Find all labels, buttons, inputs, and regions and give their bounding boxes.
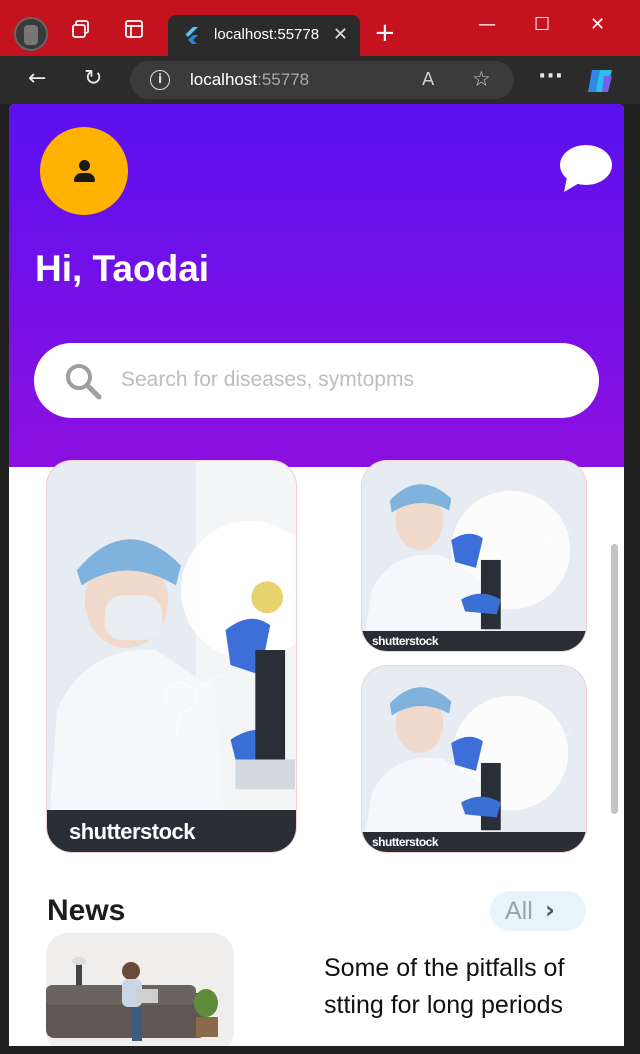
person-icon-head [79, 160, 90, 171]
browser-tab[interactable]: localhost:55778 ✕ [168, 15, 360, 56]
news-headline[interactable]: Some of the pitfalls of stting for long … [324, 950, 594, 1024]
read-aloud-icon[interactable]: A [422, 69, 434, 90]
favorite-star-icon[interactable]: ☆ [472, 67, 491, 91]
tab-title: localhost:55778 [214, 26, 320, 43]
watermark-bar: shutterstock [47, 810, 296, 852]
news-thumbnail[interactable] [46, 933, 234, 1046]
search-input[interactable] [121, 365, 561, 395]
chevron-right-icon: › [545, 896, 555, 924]
back-icon[interactable]: ← [28, 66, 46, 91]
news-section-title: News [47, 894, 126, 927]
refresh-icon[interactable]: ↻ [84, 66, 102, 91]
minimize-icon[interactable]: — [478, 14, 496, 35]
search-icon [66, 364, 102, 400]
chat-bubble-icon[interactable] [559, 144, 613, 194]
news-all-button[interactable]: All › [490, 891, 586, 931]
banner-image-small-bottom[interactable]: shutterstock [361, 665, 587, 853]
tab-actions-icon[interactable] [123, 18, 145, 40]
workspaces-icon[interactable] [70, 18, 92, 40]
site-info-icon[interactable]: i [150, 70, 170, 90]
lab-scientist-photo [362, 461, 586, 651]
watermark-text: shutterstock [372, 835, 439, 849]
watermark-text: shutterstock [69, 819, 196, 844]
url-host: localhost [190, 70, 258, 89]
banner-image-large[interactable]: shutterstock [46, 460, 297, 853]
browser-toolbar: ← ↻ i localhost:55778 A ☆ ··· [0, 56, 640, 104]
app-viewport: Hi, Taodai Search for diseases, symtopms… [9, 104, 624, 1046]
banner-image-small-top[interactable]: shutterstock [361, 460, 587, 652]
close-window-icon[interactable]: ✕ [590, 14, 605, 35]
greeting-title: Hi, Taodai [35, 248, 210, 289]
scrollbar[interactable] [611, 544, 618, 814]
copilot-icon[interactable] [586, 68, 616, 94]
more-menu-icon[interactable]: ··· [538, 64, 563, 89]
lab-scientist-photo [362, 666, 586, 852]
url-text: localhost:55778 [190, 70, 309, 90]
search-bar[interactable] [34, 343, 599, 418]
address-bar[interactable]: i localhost:55778 A ☆ [130, 61, 514, 99]
woman-on-sofa-photo [46, 933, 234, 1046]
all-label: All [505, 897, 533, 925]
new-tab-icon[interactable]: + [374, 20, 396, 46]
flutter-favicon-icon [185, 27, 198, 44]
url-port: :55778 [257, 70, 310, 89]
maximize-icon[interactable]: ☐ [534, 14, 550, 35]
profile-button[interactable] [14, 17, 48, 51]
watermark-bar: shutterstock [362, 631, 586, 651]
watermark-text: shutterstock [372, 634, 439, 648]
lab-scientist-photo [47, 461, 296, 852]
person-icon [74, 173, 95, 182]
watermark-bar: shutterstock [362, 832, 586, 852]
home-header: Hi, Taodai [9, 104, 624, 467]
avatar[interactable] [40, 127, 128, 215]
close-tab-icon[interactable]: ✕ [333, 24, 348, 45]
browser-titlebar: localhost:55778 ✕ + — ☐ ✕ [0, 0, 640, 56]
